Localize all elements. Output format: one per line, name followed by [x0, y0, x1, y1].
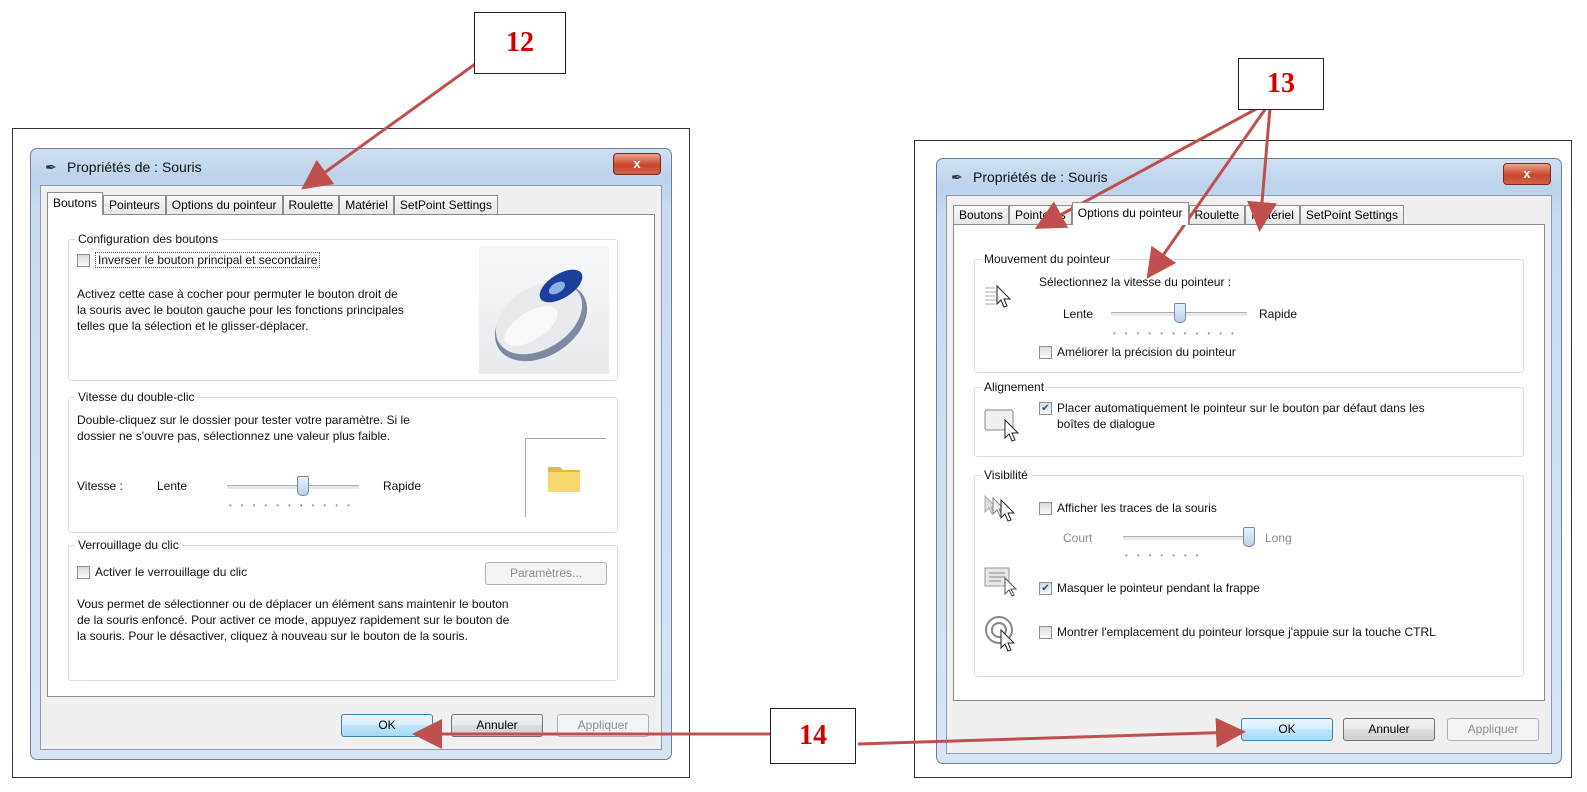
callout-12: 12 [474, 12, 566, 74]
left-tab-pointeurs[interactable]: Pointeurs [103, 195, 166, 214]
double-click-slider-ticks: ••••••••••• [229, 501, 359, 510]
pointer-motion-group: Mouvement du pointeur Sélectionnez la vi… [974, 252, 1524, 373]
pointer-trails-label: Afficher les traces de la souris [1057, 501, 1217, 515]
enhance-precision-checkbox[interactable] [1039, 346, 1052, 359]
click-lock-label: Activer le verrouillage du clic [95, 565, 248, 579]
callout-14: 14 [770, 708, 856, 764]
pointer-speed-slider-thumb[interactable] [1174, 303, 1186, 323]
right-tab-strip: Boutons Pointeurs Options du pointeur Ro… [953, 202, 1404, 225]
double-click-slider-track [227, 485, 359, 490]
click-lock-desc-line1: Vous permet de sélectionner ou de déplac… [77, 597, 509, 611]
visibility-legend: Visibilité [981, 468, 1031, 482]
speed-label: Vitesse : [77, 479, 123, 493]
pointer-trails-icon [984, 494, 1016, 522]
right-ok-button[interactable]: OK [1241, 718, 1333, 741]
pointer-motion-legend: Mouvement du pointeur [981, 252, 1114, 266]
left-apply-button[interactable]: Appliquer [557, 714, 649, 737]
trails-short-label: Court [1063, 531, 1093, 545]
right-close-button[interactable]: x [1503, 163, 1551, 185]
click-lock-checkbox[interactable] [77, 566, 90, 579]
hide-pointer-typing-icon [984, 567, 1018, 597]
double-click-legend: Vitesse du double-clic [75, 390, 198, 404]
right-tab-setpoint[interactable]: SetPoint Settings [1299, 205, 1404, 224]
right-client-area: Boutons Pointeurs Options du pointeur Ro… [946, 195, 1552, 754]
left-tab-materiel[interactable]: Matériel [339, 195, 394, 214]
click-lock-group: Verrouillage du clic Activer le verrouil… [68, 538, 618, 681]
left-tab-page: Configuration des boutons Inverser le bo… [47, 214, 655, 697]
snap-to-label-line1: Placer automatiquement le pointeur sur l… [1057, 401, 1425, 415]
trails-slider-ticks: ••••••• [1125, 551, 1208, 560]
swap-buttons-label: Inverser le bouton principal et secondai… [95, 252, 321, 268]
right-titlebar: ✒ Propriétés de : Souris x [937, 159, 1561, 193]
double-click-group: Vitesse du double-clic Double-cliquez su… [68, 390, 618, 533]
right-tab-options-pointeur[interactable]: Options du pointeur [1071, 202, 1189, 225]
pointer-speed-label: Sélectionnez la vitesse du pointeur : [1039, 275, 1232, 289]
snap-to-button-icon [984, 409, 1020, 442]
mouse-icon: ✒ [951, 169, 963, 185]
left-titlebar: ✒ Propriétés de : Souris x [31, 149, 671, 183]
left-cancel-button[interactable]: Annuler [451, 714, 543, 737]
right-apply-button[interactable]: Appliquer [1447, 718, 1539, 741]
right-tab-pointeurs[interactable]: Pointeurs [1009, 205, 1072, 224]
pointer-fast-label: Rapide [1259, 307, 1298, 321]
left-tab-strip: Boutons Pointeurs Options du pointeur Ro… [47, 192, 498, 215]
double-click-desc-line1: Double-cliquez sur le dossier pour teste… [77, 413, 410, 427]
left-client-area: Boutons Pointeurs Options du pointeur Ro… [40, 185, 662, 750]
callout-13: 13 [1238, 58, 1324, 110]
pointer-speed-icon [985, 284, 1012, 308]
click-lock-desc-line3: la souris. Pour le désactiver, cliquez à… [77, 629, 468, 643]
left-window-title: Propriétés de : Souris [67, 159, 202, 175]
right-tab-boutons[interactable]: Boutons [953, 205, 1010, 224]
hide-while-typing-label: Masquer le pointeur pendant la frappe [1057, 581, 1260, 595]
snap-to-group: Alignement ✔ Placer automatiquement le p… [974, 380, 1524, 457]
enhance-precision-label: Améliorer la précision du pointeur [1057, 345, 1236, 359]
left-tab-roulette[interactable]: Roulette [282, 195, 340, 214]
button-config-group: Configuration des boutons Inverser le bo… [68, 232, 618, 381]
left-tab-options-pointeur[interactable]: Options du pointeur [165, 195, 283, 214]
left-tab-setpoint[interactable]: SetPoint Settings [393, 195, 498, 214]
snap-to-legend: Alignement [981, 380, 1048, 394]
show-location-checkbox[interactable] [1039, 626, 1052, 639]
right-tab-page: Mouvement du pointeur Sélectionnez la vi… [953, 224, 1545, 701]
click-lock-settings-button[interactable]: Paramètres... [485, 562, 607, 585]
trails-slider-track [1123, 536, 1253, 541]
swap-buttons-checkbox[interactable] [77, 254, 90, 267]
left-close-button[interactable]: x [613, 153, 661, 175]
right-window-title: Propriétés de : Souris [973, 169, 1108, 185]
show-location-label: Montrer l'emplacement du pointeur lorsqu… [1057, 625, 1436, 639]
trails-long-label: Long [1265, 531, 1292, 545]
swap-desc-line2: la souris avec le bouton gauche pour les… [77, 303, 404, 317]
swap-desc-line3: telles que la sélection et le glisser-dé… [77, 319, 309, 333]
double-click-fast-label: Rapide [383, 479, 422, 493]
left-ok-button[interactable]: OK [341, 714, 433, 737]
right-tab-materiel[interactable]: Matériel [1245, 205, 1300, 224]
double-click-slow-label: Lente [157, 479, 188, 493]
show-location-icon [985, 616, 1016, 652]
left-mouse-properties-window: ✒ Propriétés de : Souris x Boutons Point… [30, 148, 672, 760]
pointer-speed-slider-ticks: ••••••••••• [1113, 329, 1243, 338]
right-tab-roulette[interactable]: Roulette [1188, 205, 1246, 224]
folder-icon[interactable] [544, 457, 584, 497]
right-mouse-properties-window: ✒ Propriétés de : Souris x Boutons Point… [936, 158, 1562, 764]
double-click-slider-thumb[interactable] [296, 476, 309, 496]
swap-desc-line1: Activez cette case à cocher pour permute… [77, 287, 398, 301]
trails-slider-thumb[interactable] [1243, 527, 1255, 547]
snap-to-default-checkbox[interactable]: ✔ [1039, 402, 1052, 415]
snap-to-label-line2: boîtes de dialogue [1057, 417, 1156, 431]
mouse-icon: ✒ [45, 159, 57, 175]
double-click-desc-line2: dossier ne s'ouvre pas, sélectionnez une… [77, 429, 391, 443]
button-config-legend: Configuration des boutons [75, 232, 222, 246]
click-lock-desc-line2: de la souris enfoncé. Pour activer ce mo… [77, 613, 510, 627]
hide-while-typing-checkbox[interactable]: ✔ [1039, 582, 1052, 595]
click-lock-legend: Verrouillage du clic [75, 538, 182, 552]
right-cancel-button[interactable]: Annuler [1343, 718, 1435, 741]
pointer-slow-label: Lente [1063, 307, 1094, 321]
mouse-illustration [479, 246, 609, 374]
visibility-group: Visibilité Afficher les traces de la sou… [974, 468, 1524, 677]
left-tab-boutons[interactable]: Boutons [47, 192, 104, 215]
pointer-trails-checkbox[interactable] [1039, 502, 1052, 515]
test-folder-area [525, 438, 606, 517]
